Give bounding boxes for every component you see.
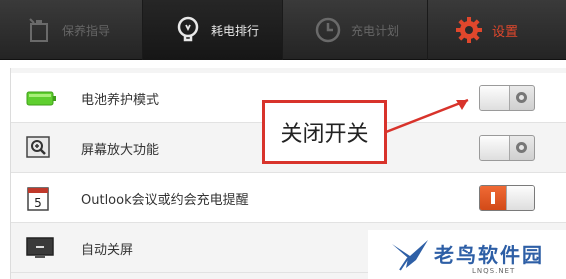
tab-settings[interactable]: 设置: [428, 0, 566, 60]
toggle-knob: [480, 86, 510, 110]
tab-bar: 保养指导 耗电排行 充电计划 设置: [0, 0, 566, 60]
annotation-callout: 关闭开关: [262, 100, 387, 164]
battery-manager-window: 保养指导 耗电排行 充电计划 设置 电池养护模式 屏幕放大功能 5 Outloo…: [0, 0, 566, 279]
outlook-reminder-toggle[interactable]: [479, 185, 535, 211]
setting-label: 自动关屏: [81, 243, 134, 258]
clock-icon: [313, 15, 343, 45]
green-battery-icon: [25, 85, 56, 111]
lightbulb-icon: [173, 15, 203, 45]
watermark: 老鸟软件园 LNQS.NET: [368, 230, 566, 279]
setting-row-outlook-reminder: 5 Outlook会议或约会充电提醒: [11, 173, 566, 223]
toggle-on-indicator: [491, 192, 495, 204]
toggle-knob: [506, 186, 534, 210]
tab-label: 耗电排行: [211, 23, 260, 38]
annotation-arrow: [385, 98, 469, 134]
monitor-icon: [25, 235, 55, 261]
toggle-knob: [480, 136, 510, 160]
setting-label: 屏幕放大功能: [81, 143, 160, 158]
calendar-icon: 5: [25, 185, 55, 211]
tab-maintenance-guide[interactable]: 保养指导: [0, 0, 143, 60]
watermark-site: LNQS.NET: [472, 267, 516, 275]
tab-charge-plan[interactable]: 充电计划: [283, 0, 428, 60]
watermark-name: 老鸟软件园: [434, 243, 544, 267]
battery-care-icon: [24, 15, 54, 45]
magnifier-icon: [25, 135, 55, 161]
toggle-off-indicator: [516, 92, 527, 103]
setting-label: 电池养护模式: [81, 93, 160, 108]
tab-label: 保养指导: [62, 23, 111, 38]
annotation-text: 关闭开关: [280, 122, 369, 147]
tab-label: 充电计划: [351, 23, 400, 38]
setting-label: Outlook会议或约会充电提醒: [81, 193, 249, 208]
gear-icon: [454, 15, 484, 45]
tab-label: 设置: [492, 24, 519, 40]
screen-magnifier-toggle[interactable]: [479, 135, 535, 161]
calendar-day: 5: [34, 196, 42, 210]
bird-logo-icon: [392, 240, 428, 271]
toggle-off-indicator: [516, 142, 527, 153]
battery-care-toggle[interactable]: [479, 85, 535, 111]
tab-power-ranking[interactable]: 耗电排行: [143, 0, 283, 60]
